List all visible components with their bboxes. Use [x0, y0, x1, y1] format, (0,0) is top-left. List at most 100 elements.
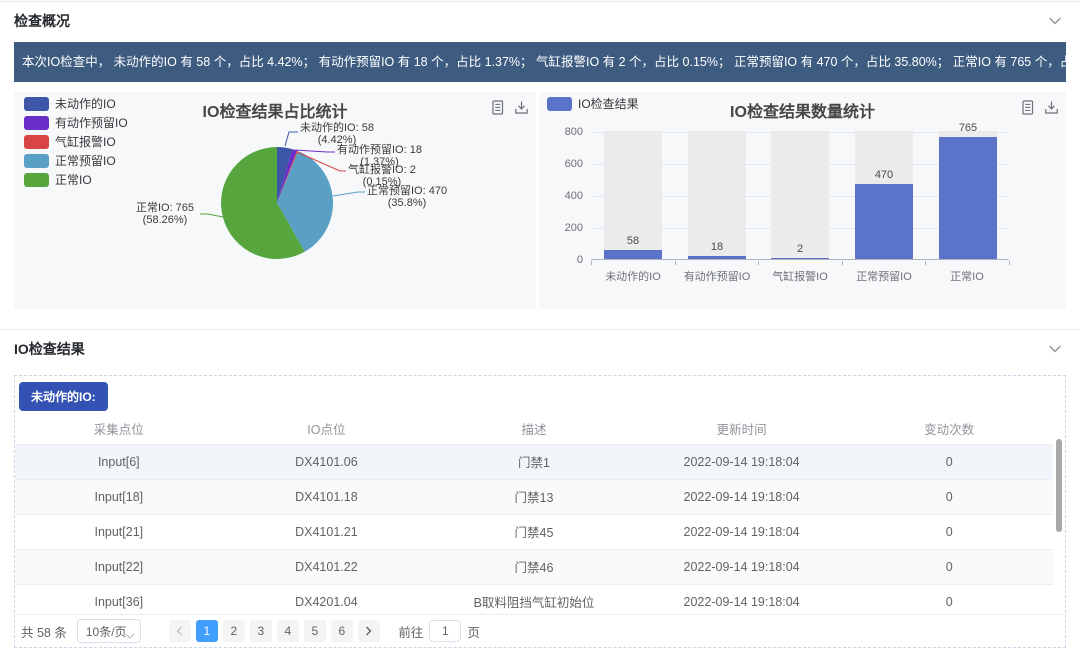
pie-label-normal-reserved-io: 正常预留IO: 470(35.8%) — [367, 186, 447, 209]
legend-item-io-result[interactable]: IO检查结果 — [547, 97, 639, 111]
x-axis-tick — [675, 261, 676, 265]
next-page-button[interactable] — [358, 620, 380, 642]
bar[interactable] — [939, 137, 997, 259]
bar-column-acted-reserved-io[interactable]: 18 — [688, 131, 746, 259]
data-view-icon[interactable] — [490, 100, 505, 115]
legend-item-normal-reserved-io[interactable]: 正常预留IO — [24, 154, 128, 168]
overview-section-title: 检查概况 — [14, 11, 70, 31]
y-axis-label: 0 — [539, 254, 583, 266]
table-vertical-scrollbar[interactable] — [1056, 439, 1062, 532]
pie-toolbox — [490, 100, 529, 115]
page-button-2[interactable]: 2 — [223, 620, 245, 642]
page-button-1[interactable]: 1 — [196, 620, 218, 642]
bar-column-normal-reserved-io[interactable]: 470 — [855, 131, 913, 259]
table-row[interactable]: Input[22] DX4101.22 门禁46 2022-09-14 19:1… — [15, 549, 1053, 584]
y-axis-label: 800 — [539, 126, 583, 138]
bar[interactable] — [771, 258, 829, 259]
table-row[interactable]: Input[18] DX4101.18 门禁13 2022-09-14 19:1… — [15, 479, 1053, 514]
table-row[interactable]: Input[6] DX4101.06 门禁1 2022-09-14 19:18:… — [15, 444, 1053, 479]
x-axis-tick — [758, 261, 759, 265]
table-row[interactable]: Input[21] DX4101.21 门禁45 2022-09-14 19:1… — [15, 514, 1053, 549]
io-results-panel: 未动作的IO: 采集点位 IO点位 描述 更新时间 变动次数 Input[6] … — [14, 375, 1066, 648]
io-inspection-page: 检查概况 本次IO检查中， 未动作的IO 有 58 个，占比 4.42%； 有动… — [0, 0, 1080, 646]
legend-swatch — [24, 173, 49, 187]
legend-swatch — [24, 154, 49, 168]
x-axis-label: 正常IO — [925, 268, 1009, 284]
bar[interactable] — [604, 250, 662, 259]
legend-item-acted-reserved-io[interactable]: 有动作预留IO — [24, 116, 128, 130]
pie-label-not-acted-io: 未动作的IO: 58(4.42%) — [300, 123, 374, 146]
column-header-description: 描述 — [430, 414, 638, 444]
column-header-collect-point: 采集点位 — [15, 414, 223, 444]
legend-swatch — [24, 135, 49, 149]
filter-button[interactable]: 未动作的IO: — [19, 382, 108, 411]
page-button-5[interactable]: 5 — [304, 620, 326, 642]
legend-item-not-acted-io[interactable]: 未动作的IO — [24, 97, 128, 111]
page-size-select[interactable]: 10条/页 — [77, 619, 141, 643]
page-button-4[interactable]: 4 — [277, 620, 299, 642]
page-button-3[interactable]: 3 — [250, 620, 272, 642]
bar-chart-card: IO检查结果数量统计 IO检查结果 800 600 400 200 0 — [539, 92, 1066, 309]
y-axis-label: 600 — [539, 158, 583, 170]
chevron-right-icon — [365, 626, 372, 636]
prev-page-button[interactable] — [169, 620, 191, 642]
summary-banner: 本次IO检查中， 未动作的IO 有 58 个，占比 4.42%； 有动作预留IO… — [14, 42, 1066, 82]
legend-swatch — [547, 97, 572, 111]
bar-value-label: 18 — [678, 241, 756, 253]
x-axis-label: 气缸报警IO — [758, 268, 842, 284]
goto-page-label: 前往 — [398, 622, 423, 641]
column-header-change-count: 变动次数 — [845, 414, 1053, 444]
bar[interactable] — [688, 256, 746, 259]
chevron-left-icon — [176, 626, 183, 636]
results-section-title: IO检查结果 — [14, 339, 85, 359]
bar-toolbox — [1020, 100, 1059, 115]
legend-item-normal-io[interactable]: 正常IO — [24, 173, 128, 187]
page-unit-label: 页 — [467, 622, 480, 641]
bar-column-not-acted-io[interactable]: 58 — [604, 131, 662, 259]
x-axis-tick — [1009, 261, 1010, 265]
overview-collapse-chevron-icon[interactable] — [1046, 15, 1064, 27]
legend-swatch — [24, 97, 49, 111]
data-view-icon[interactable] — [1020, 100, 1035, 115]
column-header-io-point: IO点位 — [223, 414, 431, 444]
x-axis-label: 正常预留IO — [842, 268, 926, 284]
pie-label-normal-io: 正常IO: 765(58.26%) — [132, 203, 198, 226]
x-axis-label: 未动作的IO — [591, 268, 675, 284]
x-axis-tick — [591, 261, 592, 265]
bar-value-label: 2 — [761, 243, 839, 255]
overview-section-header: 检查概况 — [0, 2, 1080, 38]
io-results-table: 采集点位 IO点位 描述 更新时间 变动次数 Input[6] DX4101.0… — [15, 414, 1053, 620]
charts-row: IO检查结果占比统计 未动作的IO 有动作预留IO 气缸报警IO 正常预留IO — [14, 92, 1066, 309]
page-button-6[interactable]: 6 — [331, 620, 353, 642]
pie-chart-card: IO检查结果占比统计 未动作的IO 有动作预留IO 气缸报警IO 正常预留IO — [14, 92, 536, 309]
results-section-header: IO检查结果 — [0, 330, 1080, 366]
bar-legend: IO检查结果 — [547, 97, 639, 116]
y-axis-label: 200 — [539, 222, 583, 234]
bar-column-normal-io[interactable]: 765 — [939, 131, 997, 259]
download-image-icon[interactable] — [514, 100, 529, 115]
goto-page-input[interactable] — [429, 620, 461, 642]
total-count-label: 共 58 条 — [21, 622, 67, 641]
y-axis-label: 400 — [539, 190, 583, 202]
results-collapse-chevron-icon[interactable] — [1046, 343, 1064, 355]
bar-background — [688, 131, 746, 259]
bar-background — [771, 131, 829, 259]
pagination-bar: 共 58 条 10条/页 1 2 3 4 5 6 前往 页 — [15, 614, 1065, 647]
table-header-row: 采集点位 IO点位 描述 更新时间 变动次数 — [15, 414, 1053, 444]
pie-chart[interactable] — [221, 147, 333, 259]
bar-value-label: 470 — [845, 169, 923, 181]
column-header-update-time: 更新时间 — [638, 414, 846, 444]
bar-plot-area: 58 18 2 470 — [591, 132, 1009, 260]
bar-column-cylinder-alarm-io[interactable]: 2 — [771, 131, 829, 259]
legend-swatch — [24, 116, 49, 130]
bar[interactable] — [855, 184, 913, 259]
x-axis-label: 有动作预留IO — [675, 268, 759, 284]
pie-legend: 未动作的IO 有动作预留IO 气缸报警IO 正常预留IO 正常IO — [24, 97, 128, 192]
x-axis-tick — [925, 261, 926, 265]
legend-item-cylinder-alarm-io[interactable]: 气缸报警IO — [24, 135, 128, 149]
bar-value-label: 58 — [594, 235, 672, 247]
x-axis-tick — [842, 261, 843, 265]
bar-value-label: 765 — [929, 122, 1007, 134]
select-chevron-down-icon — [125, 628, 135, 642]
download-image-icon[interactable] — [1044, 100, 1059, 115]
